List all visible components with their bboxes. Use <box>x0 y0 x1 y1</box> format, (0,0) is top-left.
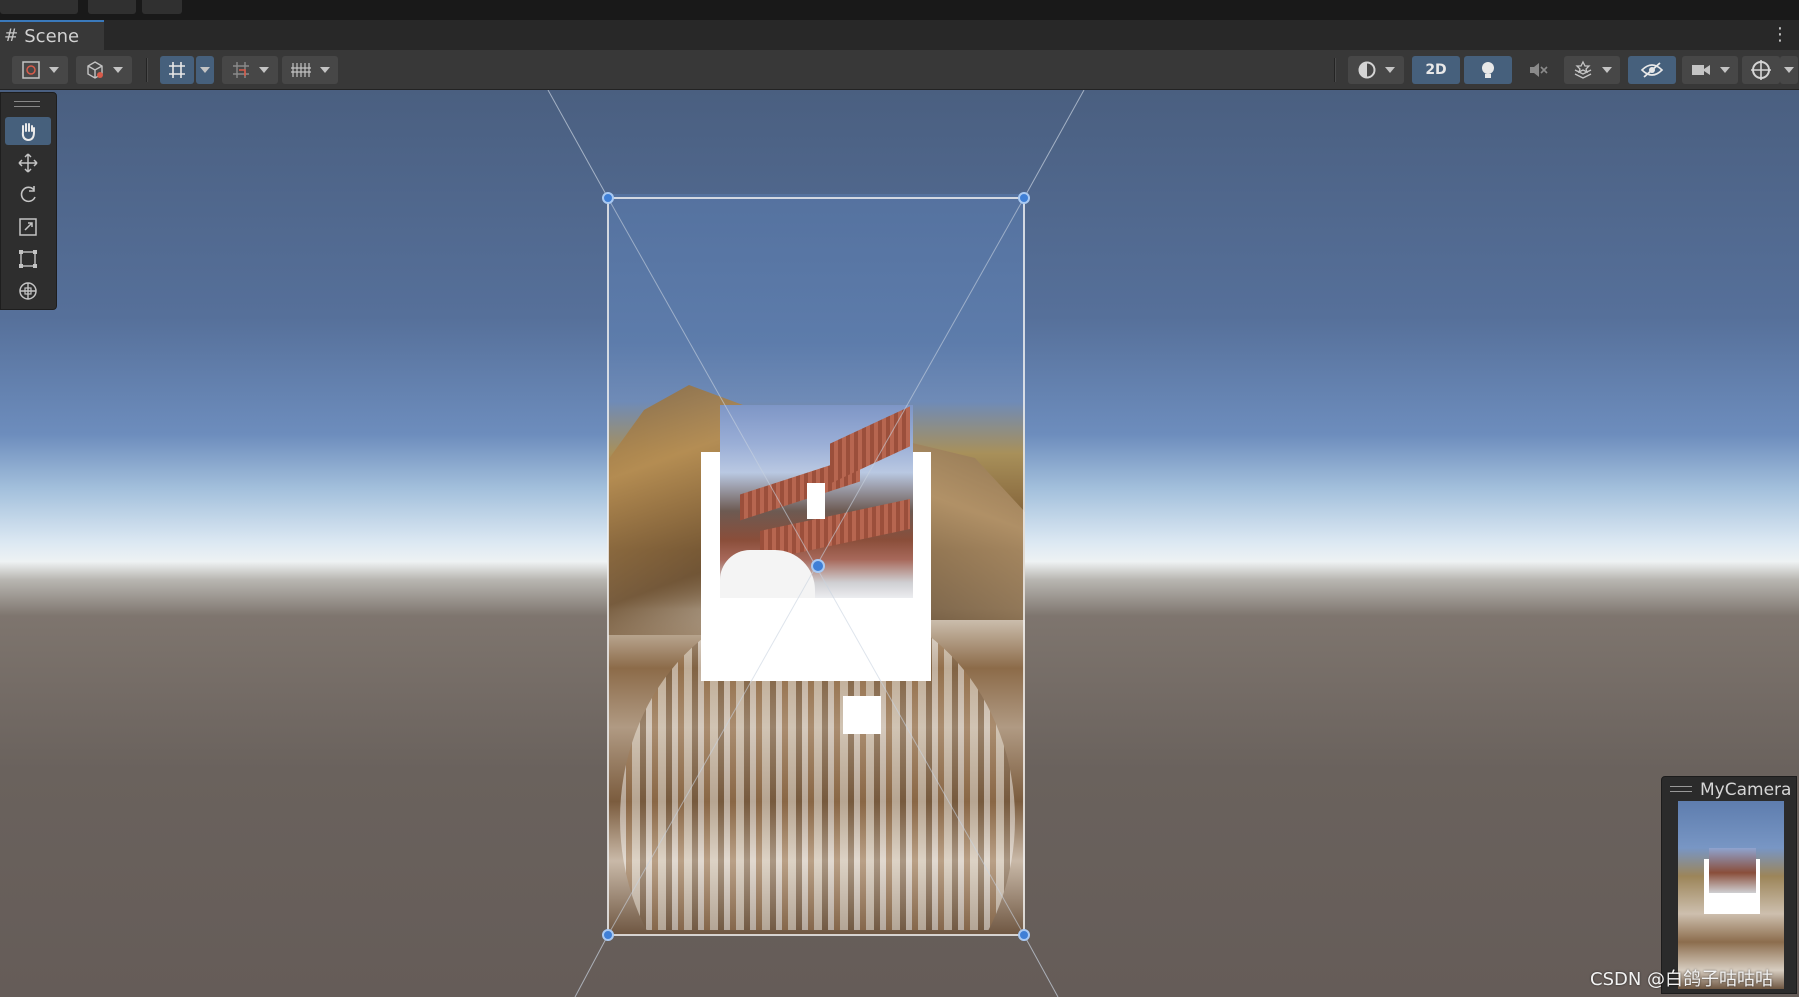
increment-snapping-icon <box>233 62 249 78</box>
transform-icon <box>19 282 37 300</box>
camera-settings-button[interactable] <box>1682 56 1738 84</box>
grid-snapping-button[interactable] <box>160 56 194 84</box>
rect-transform-icon <box>19 250 37 268</box>
gizmos-button[interactable] <box>1742 56 1780 84</box>
camera-settings-icon <box>1692 65 1710 75</box>
grid-snapping-dropdown[interactable] <box>196 56 214 84</box>
render-mode-button[interactable] <box>76 56 132 84</box>
camera-preview-image <box>1678 801 1784 989</box>
preview-building <box>1709 848 1756 893</box>
tab-bar: # Scene ⋮ <box>0 20 1799 50</box>
effects-icon <box>1574 60 1592 79</box>
chevron-down-icon <box>1720 67 1730 73</box>
move-tool-button[interactable] <box>5 149 51 177</box>
title-strip <box>0 0 1799 20</box>
camera-preview-title: MyCamera <box>1700 780 1792 800</box>
hand-icon <box>21 123 35 142</box>
play-button[interactable] <box>88 0 136 14</box>
scene-tools-overlay <box>0 92 57 310</box>
chevron-down-icon <box>259 67 269 73</box>
scale-tool-button[interactable] <box>5 213 51 241</box>
rect-handle-bottom-right[interactable] <box>1018 929 1030 941</box>
lighting-toggle-icon <box>1482 62 1494 78</box>
grid-visibility-button[interactable] <box>282 56 338 84</box>
chevron-down-icon <box>1784 67 1794 73</box>
overlay-grip-icon[interactable] <box>1670 786 1692 792</box>
hidden-objects-icon <box>1640 62 1664 78</box>
rect-tool-button[interactable] <box>5 245 51 273</box>
pause-button[interactable] <box>142 0 182 14</box>
grid-snapping-icon <box>169 62 185 78</box>
camera-frustum-gizmo <box>547 90 1085 997</box>
scale-icon <box>19 218 37 236</box>
pivot-handle[interactable] <box>811 559 825 573</box>
overlay-grip-icon[interactable] <box>14 101 40 107</box>
lighting-toggle-button[interactable] <box>1464 56 1512 84</box>
hidden-objects-toggle[interactable] <box>1628 56 1676 84</box>
grid-visibility-icon <box>291 63 311 77</box>
2d-mode-button[interactable]: 2D <box>1412 56 1460 84</box>
scene-toolbar: 2D <box>0 50 1799 90</box>
transform-tool-button[interactable] <box>5 277 51 305</box>
hand-tool-button[interactable] <box>5 117 51 145</box>
rect-handle-top-right[interactable] <box>1018 192 1030 204</box>
tab-scene-label: Scene <box>24 25 80 47</box>
chevron-down-icon <box>1602 67 1612 73</box>
tab-scene[interactable]: # Scene <box>0 20 104 50</box>
scene-grid-icon: # <box>4 26 19 46</box>
shading-mode-button[interactable] <box>1348 56 1404 84</box>
rotate-tool-button[interactable] <box>5 181 51 209</box>
rect-handle-bottom-left[interactable] <box>602 929 614 941</box>
account-dropdown[interactable] <box>0 0 78 14</box>
audio-toggle-button[interactable] <box>1516 56 1560 84</box>
render-mode-icon <box>87 61 103 79</box>
chevron-down-icon <box>1385 67 1395 73</box>
gizmo-draw-mode-button[interactable] <box>12 56 68 84</box>
scene-viewport[interactable] <box>0 90 1799 997</box>
gizmos-dropdown[interactable] <box>1780 56 1798 84</box>
increment-snapping-button[interactable] <box>222 56 278 84</box>
effects-button[interactable] <box>1564 56 1620 84</box>
rotate-icon <box>20 186 36 203</box>
gizmo-draw-mode-icon <box>22 61 40 79</box>
toolbar-separator <box>146 58 148 82</box>
more-options-icon[interactable]: ⋮ <box>1771 26 1789 44</box>
camera-preview-overlay[interactable]: MyCamera <box>1661 776 1797 994</box>
chevron-down-icon <box>320 67 330 73</box>
chevron-down-icon <box>113 67 123 73</box>
shading-mode-icon <box>1358 61 1376 79</box>
watermark: CSDN @白鸽子咕咕咕 <box>1590 969 1774 990</box>
chevron-down-icon <box>49 67 59 73</box>
gizmos-icon <box>1751 60 1771 80</box>
chevron-down-icon <box>200 67 210 73</box>
audio-muted-icon <box>1530 63 1548 77</box>
toolbar-separator <box>1334 58 1336 82</box>
rect-handle-top-left[interactable] <box>602 192 614 204</box>
move-icon <box>18 153 38 173</box>
